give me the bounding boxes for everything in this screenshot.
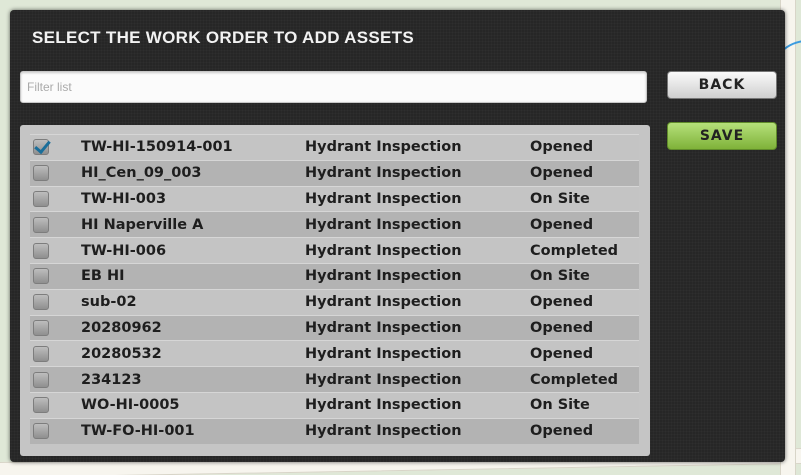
work-order-dialog: SELECT THE WORK ORDER TO ADD ASSETS BACK… <box>10 10 785 462</box>
work-order-type: Hydrant Inspection <box>305 371 462 388</box>
work-order-row[interactable]: sub-02 Hydrant Inspection Opened <box>30 288 639 315</box>
row-checkbox[interactable] <box>33 165 49 182</box>
work-order-name: TW-HI-006 <box>81 242 167 259</box>
work-order-name: 234123 <box>81 371 142 388</box>
row-checkbox[interactable] <box>33 242 49 259</box>
back-button[interactable]: BACK <box>667 71 777 99</box>
row-checkbox[interactable] <box>33 319 49 336</box>
work-order-status: On Site <box>530 268 590 285</box>
row-checkbox[interactable] <box>33 397 49 414</box>
work-order-status: Completed <box>530 371 619 388</box>
work-order-name: 20280962 <box>81 319 162 336</box>
row-checkbox[interactable] <box>33 371 49 388</box>
work-order-row[interactable]: WO-HI-0005 Hydrant Inspection On Site <box>30 391 639 418</box>
work-order-row[interactable]: 234123 Hydrant Inspection Completed <box>30 366 639 392</box>
work-order-status: Opened <box>530 294 594 311</box>
row-checkbox[interactable] <box>33 345 49 362</box>
work-order-status: Opened <box>530 423 594 440</box>
work-order-name: HI Naperville A <box>81 216 204 233</box>
row-checkbox[interactable] <box>33 294 49 311</box>
work-order-name: WO-HI-0005 <box>81 397 180 414</box>
work-order-status: Opened <box>530 139 594 156</box>
work-order-type: Hydrant Inspection <box>305 242 462 259</box>
work-order-row[interactable]: TW-HI-150914-001 Hydrant Inspection Opened <box>30 134 639 160</box>
work-order-status: On Site <box>530 190 590 207</box>
row-checkbox[interactable] <box>33 268 49 285</box>
work-order-row[interactable]: HI Naperville A Hydrant Inspection Opened <box>30 211 639 238</box>
work-order-row[interactable]: HI_Cen_09_003 Hydrant Inspection Opened <box>30 159 639 186</box>
work-order-row[interactable]: TW-FO-HI-001 Hydrant Inspection Opened <box>30 417 639 444</box>
work-order-status: Opened <box>530 216 594 233</box>
work-order-type: Hydrant Inspection <box>305 216 462 233</box>
work-order-type: Hydrant Inspection <box>305 139 462 156</box>
work-order-name: sub-02 <box>81 294 137 311</box>
work-order-type: Hydrant Inspection <box>305 190 462 207</box>
work-order-row[interactable]: EB HI Hydrant Inspection On Site <box>30 262 639 289</box>
row-checkbox[interactable] <box>33 190 49 207</box>
work-order-status: On Site <box>530 397 590 414</box>
work-order-row[interactable]: TW-HI-003 Hydrant Inspection On Site <box>30 185 639 212</box>
row-checkbox[interactable] <box>33 139 49 156</box>
work-order-type: Hydrant Inspection <box>305 345 462 362</box>
work-order-name: TW-HI-150914-001 <box>81 139 233 156</box>
row-checkbox[interactable] <box>33 423 49 440</box>
work-order-type: Hydrant Inspection <box>305 268 462 285</box>
work-order-status: Opened <box>530 319 594 336</box>
work-order-name: TW-HI-003 <box>81 190 167 207</box>
work-order-row[interactable]: 20280532 Hydrant Inspection Opened <box>30 340 639 367</box>
work-order-status: Opened <box>530 345 594 362</box>
work-order-type: Hydrant Inspection <box>305 165 462 182</box>
work-order-type: Hydrant Inspection <box>305 423 462 440</box>
work-order-type: Hydrant Inspection <box>305 319 462 336</box>
work-order-name: TW-FO-HI-001 <box>81 423 195 440</box>
row-checkbox[interactable] <box>33 216 49 233</box>
work-order-status: Completed <box>530 242 619 259</box>
work-order-row[interactable]: 20280962 Hydrant Inspection Opened <box>30 314 639 341</box>
work-order-name: 20280532 <box>81 345 162 362</box>
work-order-list: TW-HI-150914-001 Hydrant Inspection Opened… <box>20 125 650 456</box>
dialog-title: SELECT THE WORK ORDER TO ADD ASSETS <box>32 28 415 47</box>
filter-input[interactable] <box>20 71 647 103</box>
work-order-status: Opened <box>530 165 594 182</box>
save-button[interactable]: SAVE <box>667 122 777 150</box>
work-order-name: EB HI <box>81 268 125 285</box>
work-order-row[interactable]: TW-HI-006 Hydrant Inspection Completed <box>30 237 639 263</box>
work-order-type: Hydrant Inspection <box>305 294 462 311</box>
work-order-name: HI_Cen_09_003 <box>81 165 202 182</box>
work-order-type: Hydrant Inspection <box>305 397 462 414</box>
